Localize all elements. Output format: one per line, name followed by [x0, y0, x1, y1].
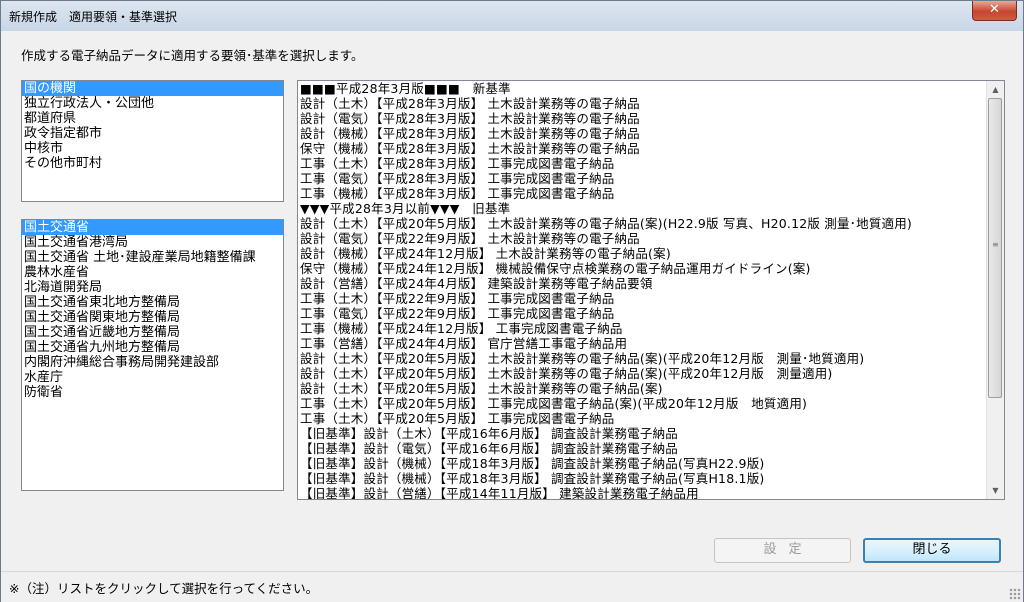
standard-list-item[interactable]: 【旧基準】設計（土木）【平成16年6月版】 調査設計業務電子納品: [298, 426, 987, 441]
agency-list-item[interactable]: 防衛省: [22, 385, 283, 400]
standard-list-item[interactable]: 設計（機械）【平成28年3月版】 土木設計業務等の電子納品: [298, 126, 987, 141]
org-list-item[interactable]: 独立行政法人・公団他: [22, 96, 283, 111]
agency-list-item[interactable]: 国土交通省九州地方整備局: [22, 340, 283, 355]
standard-list-item[interactable]: 工事（土木）【平成20年5月版】 工事完成図書電子納品: [298, 411, 987, 426]
org-list-item[interactable]: 国の機関: [22, 81, 283, 96]
close-button[interactable]: 閉じる: [863, 538, 1001, 563]
standard-list-item[interactable]: 保守（機械）【平成28年3月版】 土木設計業務等の電子納品: [298, 141, 987, 156]
agency-list[interactable]: 国土交通省 国土交通省港湾局 国土交通省 土地･建設産業局地籍整備課 農林水産省 北海道…: [21, 219, 284, 491]
standard-list-item[interactable]: 設計（機械）【平成24年12月版】 土木設計業務等の電子納品(案): [298, 246, 987, 261]
scroll-thumb[interactable]: ≡: [988, 98, 1002, 398]
standard-list-item[interactable]: 設計（土木）【平成20年5月版】 土木設計業務等の電子納品(案)(H22.9版 …: [298, 216, 987, 231]
grip-icon: ≡: [992, 240, 999, 249]
standard-list-item[interactable]: 設計（土木）【平成20年5月版】 土木設計業務等の電子納品(案): [298, 381, 987, 396]
standard-list-item[interactable]: 工事（電気）【平成28年3月版】 工事完成図書電子納品: [298, 171, 987, 186]
org-list-item[interactable]: 政令指定都市: [22, 126, 283, 141]
standard-list-item[interactable]: 工事（電気）【平成22年9月版】 工事完成図書電子納品: [298, 306, 987, 321]
standard-list-item[interactable]: 設計（営繕）【平成24年4月版】 建築設計業務等電子納品要領: [298, 276, 987, 291]
standard-list-item[interactable]: 設計（電気）【平成22年9月版】 土木設計業務等の電子納品: [298, 231, 987, 246]
org-list-item[interactable]: 都道府県: [22, 111, 283, 126]
dialog-window: 新規作成 適用要領・基準選択 ✕ 作成する電子納品データに適用する要領･基準を選…: [0, 0, 1024, 602]
standard-list-item[interactable]: 工事（営繕）【平成24年4月版】 官庁営繕工事電子納品用: [298, 336, 987, 351]
status-bar: ※（注）リストをクリックして選択を行ってください。: [1, 571, 1023, 602]
standard-list-item[interactable]: 工事（土木）【平成20年5月版】 工事完成図書電子納品(案)(平成20年12月版…: [298, 396, 987, 411]
agency-list-item[interactable]: 国土交通省 土地･建設産業局地籍整備課: [22, 250, 283, 265]
agency-list-item[interactable]: 水産庁: [22, 370, 283, 385]
agency-list-item[interactable]: 国土交通省近畿地方整備局: [22, 325, 283, 340]
set-button[interactable]: 設定: [714, 538, 851, 563]
org-list-item[interactable]: 中核市: [22, 141, 283, 156]
standard-list-item[interactable]: 保守（機械）【平成24年12月版】 機械設備保守点検業務の電子納品運用ガイドライ…: [298, 261, 987, 276]
standard-list-item[interactable]: 【旧基準】設計（営繕）【平成14年11月版】 建築設計業務電子納品用: [298, 486, 987, 499]
standard-list-item[interactable]: 設計（電気）【平成28年3月版】 土木設計業務等の電子納品: [298, 111, 987, 126]
agency-list-item[interactable]: 国土交通省: [22, 220, 283, 235]
standard-list-item[interactable]: 【旧基準】設計（電気）【平成16年6月版】 調査設計業務電子納品: [298, 441, 987, 456]
agency-list-item[interactable]: 内閣府沖縄総合事務局開発建設部: [22, 355, 283, 370]
scroll-up-icon[interactable]: ▲: [987, 81, 1004, 98]
standards-list[interactable]: ■■■平成28年3月版■■■ 新基準 設計（土木）【平成28年3月版】 土木設計業…: [297, 80, 1005, 500]
scroll-down-icon[interactable]: ▼: [987, 482, 1004, 499]
agency-list-item[interactable]: 農林水産省: [22, 265, 283, 280]
standard-list-item[interactable]: 【旧基準】設計（機械）【平成18年3月版】 調査設計業務電子納品(写真H18.1…: [298, 471, 987, 486]
standard-list-item[interactable]: ■■■平成28年3月版■■■ 新基準: [298, 81, 987, 96]
status-text: ※（注）リストをクリックして選択を行ってください。: [9, 581, 319, 596]
standard-list-item[interactable]: 工事（機械）【平成28年3月版】 工事完成図書電子納品: [298, 186, 987, 201]
instruction-text: 作成する電子納品データに適用する要領･基準を選択します。: [21, 48, 364, 63]
agency-list-item[interactable]: 国土交通省港湾局: [22, 235, 283, 250]
agency-list-item[interactable]: 国土交通省関東地方整備局: [22, 310, 283, 325]
standard-list-item[interactable]: ▼▼▼平成28年3月以前▼▼▼ 旧基準: [298, 201, 987, 216]
org-list-item[interactable]: その他市町村: [22, 156, 283, 171]
agency-list-item[interactable]: 北海道開発局: [22, 280, 283, 295]
standard-list-item[interactable]: 設計（土木）【平成20年5月版】 土木設計業務等の電子納品(案)(平成20年12…: [298, 351, 987, 366]
standard-list-item[interactable]: 設計（土木）【平成20年5月版】 土木設計業務等の電子納品(案)(平成20年12…: [298, 366, 987, 381]
organization-list[interactable]: 国の機関 独立行政法人・公団他 都道府県 政令指定都市 中核市 その他市町村: [21, 80, 284, 202]
standard-list-item[interactable]: 工事（土木）【平成28年3月版】 工事完成図書電子納品: [298, 156, 987, 171]
standard-list-item[interactable]: 【旧基準】設計（機械）【平成18年3月版】 調査設計業務電子納品(写真H22.9…: [298, 456, 987, 471]
title-bar[interactable]: 新規作成 適用要領・基準選択 ✕: [1, 1, 1023, 31]
vertical-scrollbar[interactable]: ▲ ≡ ▼: [986, 81, 1004, 499]
agency-list-item[interactable]: 国土交通省東北地方整備局: [22, 295, 283, 310]
standard-list-item[interactable]: 工事（土木）【平成22年9月版】 工事完成図書電子納品: [298, 291, 987, 306]
close-icon[interactable]: ✕: [972, 1, 1017, 21]
standard-list-item[interactable]: 設計（土木）【平成28年3月版】 土木設計業務等の電子納品: [298, 96, 987, 111]
window-title: 新規作成 適用要領・基準選択: [9, 10, 178, 24]
standard-list-item[interactable]: 工事（機械）【平成24年12月版】 工事完成図書電子納品: [298, 321, 987, 336]
standards-items: ■■■平成28年3月版■■■ 新基準 設計（土木）【平成28年3月版】 土木設計業…: [298, 81, 987, 499]
resize-grip-icon[interactable]: [1009, 588, 1021, 600]
